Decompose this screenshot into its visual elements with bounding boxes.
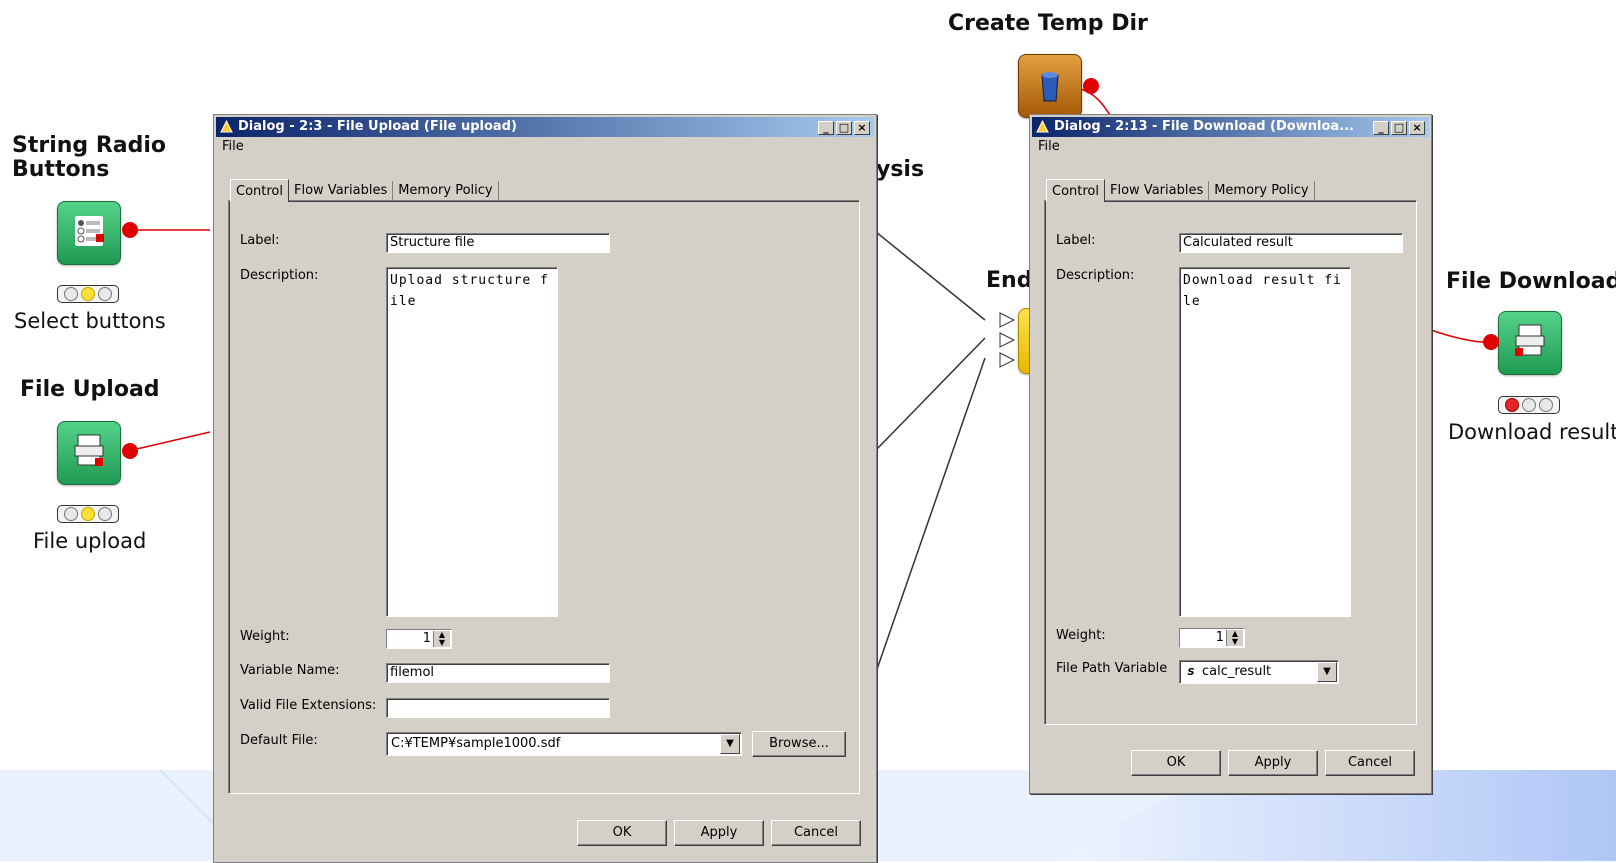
menu-file[interactable]: File [1038,139,1060,154]
tab-flow-variables[interactable]: Flow Variables [1105,181,1210,201]
download-status-light [1498,396,1560,414]
file-path-variable-label: File Path Variable [1056,661,1168,676]
apply-button[interactable]: Apply [674,820,764,846]
tab-bar: Control Flow Variables Memory Policy [1046,179,1315,202]
file-path-variable-value: calc_result [1202,664,1272,679]
file-upload-dialog: Dialog - 2:3 - File Upload (File upload)… [213,114,877,863]
valid-extensions-input[interactable] [386,698,610,718]
dialog-titlebar[interactable]: Dialog - 2:3 - File Upload (File upload)… [216,117,874,137]
default-file-label: Default File: [240,733,318,748]
weight-value: 1 [1215,630,1224,645]
weight-label: Weight: [240,629,290,644]
file-download-dialog: Dialog - 2:13 - File Download (Downloa..… [1029,114,1432,794]
node-title-fragment: ysis [876,157,925,182]
download-input-port[interactable] [1483,334,1499,350]
file-upload-node-icon[interactable] [57,421,121,485]
weight-spinner[interactable]: 1 ▲ ▼ [386,629,452,649]
weight-label: Weight: [1056,628,1106,643]
minimize-button[interactable]: _ [1373,121,1389,135]
string-type-icon: S [1187,667,1195,678]
ok-button[interactable]: OK [1131,750,1221,776]
node-title-end: End [986,268,1033,293]
close-button[interactable]: × [854,121,870,135]
radio-status-light [57,285,119,303]
dialog-titlebar[interactable]: Dialog - 2:13 - File Download (Downloa..… [1032,117,1429,137]
file-download-node-icon[interactable] [1498,311,1562,375]
maximize-button[interactable]: □ [836,121,852,135]
variable-name-input[interactable]: filemol [386,663,610,683]
description-label: Description: [1056,268,1135,283]
cancel-button[interactable]: Cancel [1325,750,1415,776]
spinner-arrows-icon[interactable]: ▲ ▼ [433,631,450,647]
upload-status-light [57,505,119,523]
dialog-title: Dialog - 2:3 - File Upload (File upload) [238,119,517,134]
weight-value: 1 [422,631,431,646]
menu-file[interactable]: File [222,139,244,154]
dropdown-arrow-icon[interactable]: ▼ [720,734,740,754]
label-label: Label: [240,233,280,248]
minimize-button[interactable]: _ [818,121,834,135]
dropdown-arrow-icon[interactable]: ▼ [1317,662,1337,682]
tab-control[interactable]: Control [1046,179,1105,202]
close-button[interactable]: × [1409,121,1425,135]
cancel-button[interactable]: Cancel [771,820,861,846]
upload-output-port[interactable] [122,443,138,459]
knime-icon [220,120,233,133]
apply-button[interactable]: Apply [1228,750,1318,776]
valid-extensions-label: Valid File Extensions: [240,698,377,713]
node-title-temp-dir: Create Temp Dir [948,11,1148,36]
default-file-combo[interactable]: C:¥TEMP¥sample1000.sdf ▼ [386,732,742,756]
description-textarea[interactable]: Download result file [1179,267,1351,617]
tab-flow-variables[interactable]: Flow Variables [289,181,394,201]
file-path-variable-combo[interactable]: Scalc_result ▼ [1179,660,1339,684]
label-label: Label: [1056,233,1096,248]
node-title-upload: File Upload [20,377,160,402]
description-textarea[interactable]: Upload structure file [386,267,558,617]
default-file-value: C:¥TEMP¥sample1000.sdf [391,736,561,751]
label-input[interactable]: Calculated result [1179,233,1403,253]
node-caption-upload[interactable]: File upload [33,529,146,553]
description-label: Description: [240,268,319,283]
node-title-radio: String Radio Buttons [12,133,167,182]
temp-dir-node-icon[interactable] [1018,54,1082,118]
knime-icon [1036,120,1049,133]
label-input[interactable]: Structure file [386,233,610,253]
ok-button[interactable]: OK [577,820,667,846]
maximize-button[interactable]: □ [1391,121,1407,135]
node-caption-radio[interactable]: Select buttons [14,309,166,333]
tab-memory-policy[interactable]: Memory Policy [393,181,499,201]
node-caption-download[interactable]: Download result [1448,420,1616,444]
tab-control[interactable]: Control [230,179,289,202]
spinner-arrows-icon[interactable]: ▲ ▼ [1226,630,1243,646]
browse-button[interactable]: Browse... [752,731,846,757]
radio-output-port[interactable] [122,222,138,238]
variable-name-label: Variable Name: [240,663,340,678]
node-title-download: File Download [1446,269,1616,294]
weight-spinner[interactable]: 1 ▲ ▼ [1179,628,1245,648]
temp-dir-output-port[interactable] [1083,78,1099,94]
radio-buttons-node-icon[interactable] [57,201,121,265]
dialog-title: Dialog - 2:13 - File Download (Downloa..… [1054,119,1354,134]
tab-memory-policy[interactable]: Memory Policy [1209,181,1315,201]
tab-bar: Control Flow Variables Memory Policy [230,179,499,202]
